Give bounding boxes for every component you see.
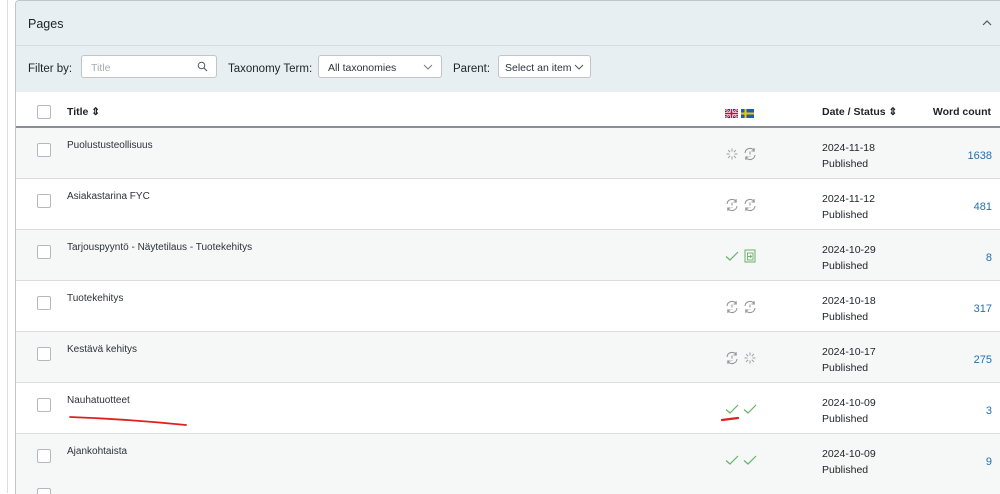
row-checkbox[interactable] [37, 449, 51, 463]
page-title-link[interactable]: Tuotekehitys [67, 293, 123, 304]
table-row: Puolustusteollisuus 2024-11-18 Published 16… [16, 128, 1000, 179]
word-count-link[interactable]: 3 [986, 405, 992, 417]
publish-status: Published [822, 311, 869, 323]
date-status: 2024-10-29 Published [822, 242, 876, 274]
page-left-border [7, 0, 8, 493]
sweden-flag-icon [741, 109, 754, 118]
word-count-link[interactable]: 481 [974, 201, 992, 213]
search-icon [197, 61, 208, 72]
title-search-input[interactable]: Title [81, 55, 217, 78]
date-status: 2024-10-09 Published [822, 395, 876, 427]
panel-header[interactable]: Pages [16, 1, 1000, 46]
parent-label: Parent: [453, 63, 491, 75]
table-row: Ajankohtaista 2024-10-09 Published 9 [16, 434, 1000, 485]
date-status: 2024-11-18 Published [822, 140, 875, 172]
chevron-up-icon[interactable] [981, 17, 993, 29]
table-row: Asiakastarina FYC 2024-11-12 Published 481 [16, 179, 1000, 230]
taxonomy-select-value: All taxonomies [328, 62, 397, 74]
page-title-link[interactable]: Nauhatuotteet [67, 395, 130, 406]
chevron-down-icon [423, 64, 433, 70]
publish-date: 2024-10-09 [822, 397, 876, 409]
select-all-checkbox[interactable] [37, 105, 51, 119]
uk-flag-icon [725, 109, 738, 118]
publish-date: 2024-10-29 [822, 244, 876, 256]
table-row: Nauhatuotteet 2024-10-09 Published 3 [16, 383, 1000, 434]
pages-table: Title ⇕ Date / Status ⇕ Word count Puolu… [16, 92, 1000, 485]
page-title-link[interactable]: Ajankohtaista [67, 446, 127, 457]
translation-status [724, 146, 760, 162]
publish-status: Published [822, 158, 869, 170]
table-header: Title ⇕ Date / Status ⇕ Word count [16, 92, 1000, 128]
word-count-column-header: Word count [932, 106, 991, 118]
row-checkbox[interactable] [37, 398, 51, 412]
translation-status [724, 248, 760, 264]
row-checkbox[interactable] [37, 296, 51, 310]
taxonomy-term-label: Taxonomy Term: [228, 63, 313, 75]
page-title-link[interactable]: Asiakastarina FYC [67, 191, 150, 202]
row-checkbox[interactable] [37, 194, 51, 208]
translation-status [724, 350, 760, 366]
row-checkbox[interactable] [37, 143, 51, 157]
word-count-link[interactable]: 317 [974, 303, 992, 315]
taxonomy-select[interactable]: All taxonomies [318, 55, 442, 78]
translation-status [724, 401, 760, 417]
date-status: 2024-10-09 Published [822, 446, 876, 478]
title-column-header[interactable]: Title ⇕ [67, 106, 100, 118]
publish-date: 2024-10-17 [822, 346, 876, 358]
table-row: Tarjouspyyntö - Näytetilaus - Tuotekehit… [16, 230, 1000, 281]
parent-select[interactable]: Select an item [498, 55, 591, 78]
date-status: 2024-10-18 Published [822, 293, 876, 325]
page-title-link[interactable]: Puolustusteollisuus [67, 140, 153, 151]
page-title-link[interactable]: Kestävä kehitys [67, 344, 137, 355]
publish-status: Published [822, 209, 869, 221]
row-checkbox[interactable] [37, 245, 51, 259]
publish-date: 2024-10-18 [822, 295, 876, 307]
translation-status [724, 197, 760, 213]
page-title-link[interactable]: Tarjouspyyntö - Näytetilaus - Tuotekehit… [67, 242, 252, 253]
title-search-placeholder: Title [91, 62, 111, 74]
pages-panel: Pages Filter by: Title Taxonomy Term: Al… [15, 0, 1000, 494]
publish-status: Published [822, 413, 869, 425]
publish-date: 2024-10-09 [822, 448, 876, 460]
translation-status [724, 452, 760, 468]
word-count-link[interactable]: 9 [986, 456, 992, 468]
publish-date: 2024-11-18 [822, 142, 875, 154]
table-row: Tuotekehitys 2024-10-18 Published 317 [16, 281, 1000, 332]
parent-select-value: Select an item [505, 62, 572, 74]
table-row [16, 479, 1000, 494]
table-body: Puolustusteollisuus 2024-11-18 Published 16… [16, 128, 1000, 485]
publish-date: 2024-11-12 [822, 193, 875, 205]
publish-status: Published [822, 464, 869, 476]
word-count-link[interactable]: 8 [986, 252, 992, 264]
row-checkbox[interactable] [37, 347, 51, 361]
row-checkbox[interactable] [37, 488, 51, 494]
translation-status [724, 299, 760, 315]
filter-by-label: Filter by: [28, 63, 73, 75]
date-status: 2024-11-12 Published [822, 191, 875, 223]
publish-status: Published [822, 362, 869, 374]
date-status-column-header[interactable]: Date / Status ⇕ [822, 106, 897, 118]
table-row: Kestävä kehitys 2024-10-17 Published 275 [16, 332, 1000, 383]
word-count-link[interactable]: 275 [974, 354, 992, 366]
filter-bar: Filter by: Title Taxonomy Term: All taxo… [16, 46, 1000, 92]
publish-status: Published [822, 260, 869, 272]
chevron-down-icon [574, 64, 584, 70]
date-status: 2024-10-17 Published [822, 344, 876, 376]
panel-title: Pages [28, 17, 64, 31]
word-count-link[interactable]: 1638 [968, 150, 992, 162]
